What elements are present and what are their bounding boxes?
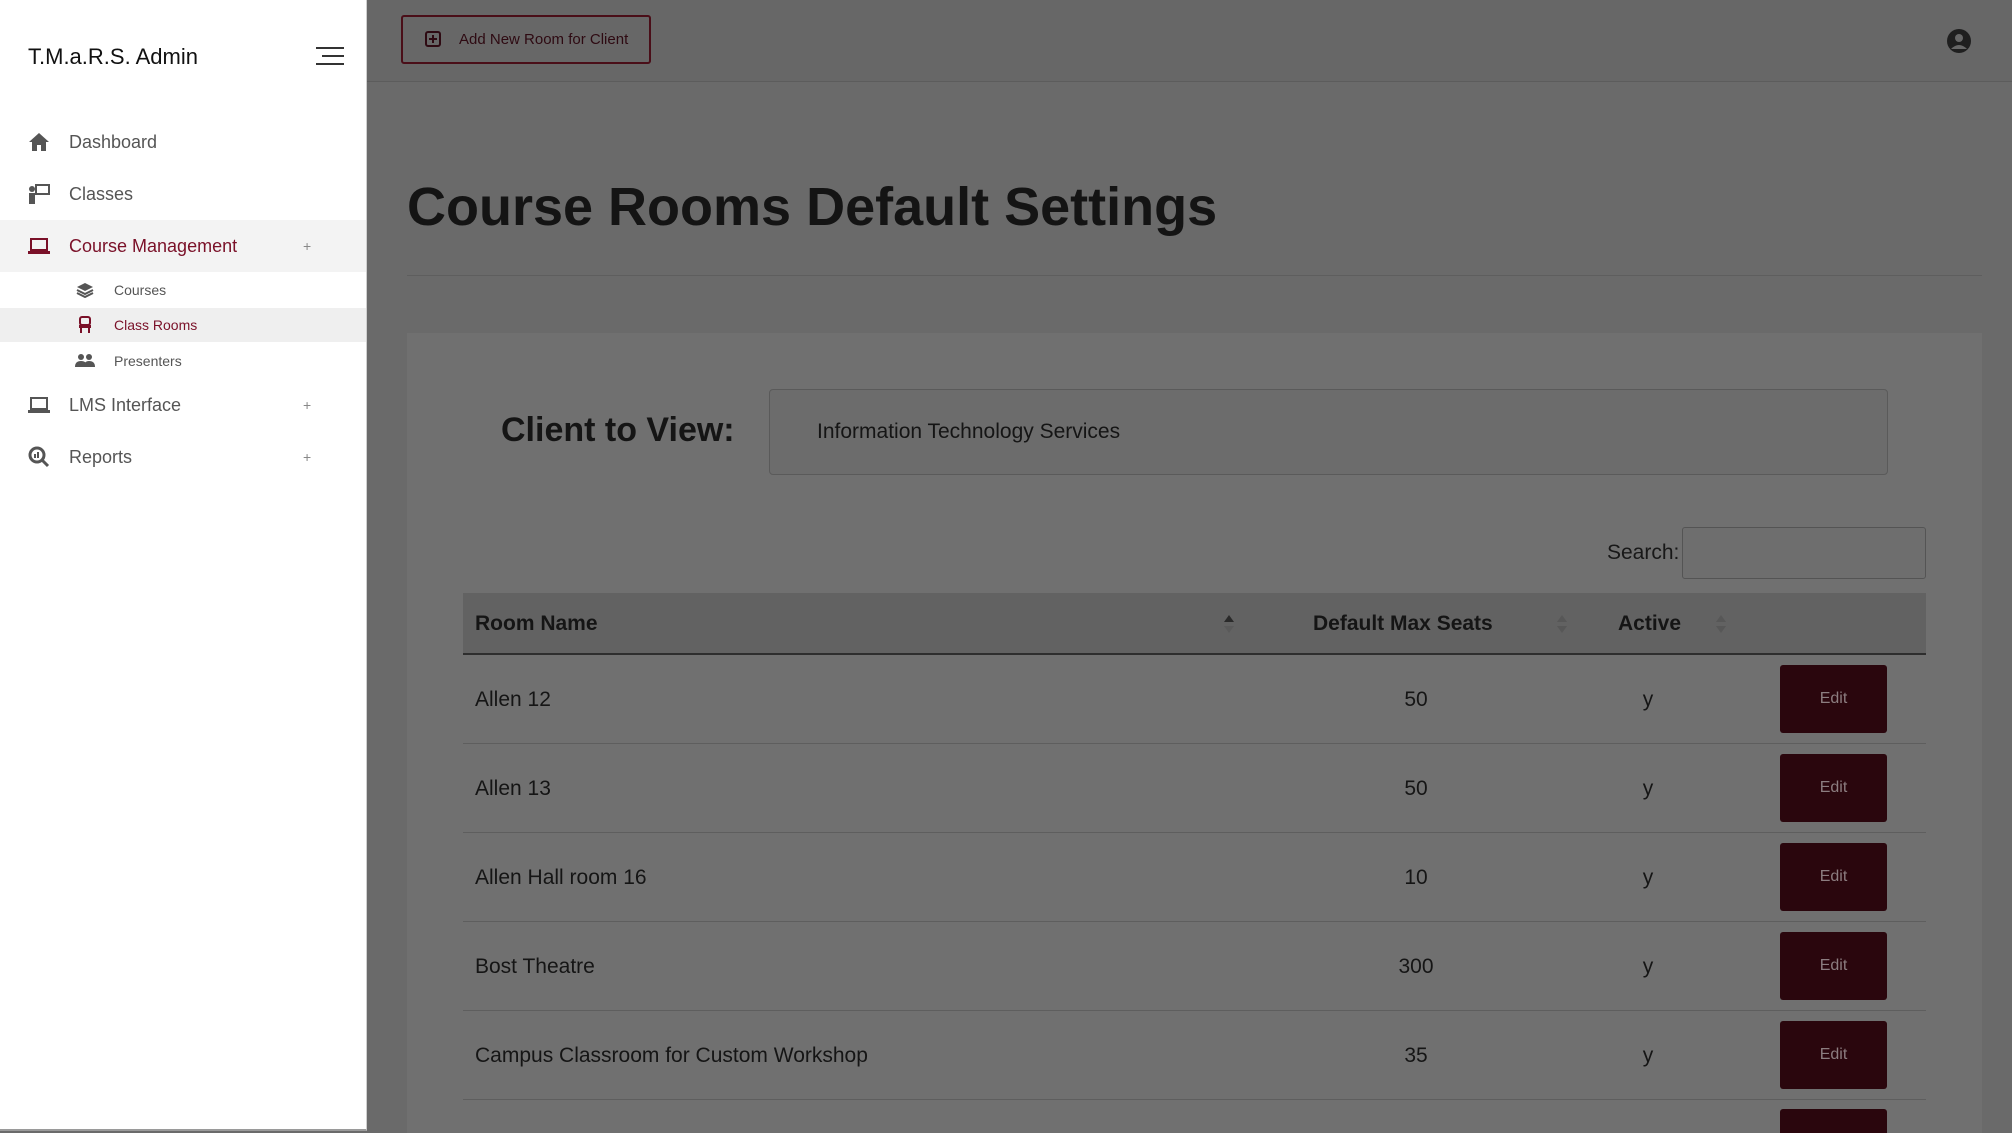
cell-active: y: [1642, 865, 1654, 889]
expand-icon[interactable]: +: [303, 397, 311, 413]
client-select[interactable]: Information Technology Services: [769, 389, 1888, 475]
sidebar-item-label: LMS Interface: [69, 394, 182, 415]
column-header-default-max-seats[interactable]: Default Max Seats: [1313, 593, 1493, 655]
table-row: Allen Hall room 16 10 y Edit: [463, 833, 1926, 922]
edit-button-partial[interactable]: [1780, 1109, 1887, 1133]
cell-max-seats: 10: [1404, 865, 1428, 889]
sidebar-item-label: Reports: [69, 446, 133, 467]
sidebar-item-label: Course Management: [69, 235, 238, 256]
cell-room-name: Allen Hall room 16: [475, 865, 647, 889]
page-title: Course Rooms Default Settings: [407, 177, 1218, 237]
expand-icon[interactable]: +: [303, 449, 311, 465]
menu-toggle-icon[interactable]: [314, 47, 344, 67]
search-label: Search:: [1607, 541, 1680, 564]
cell-room-name: Allen 13: [475, 776, 551, 800]
sidebar-item-classes[interactable]: Classes: [0, 168, 366, 220]
sort-ascending-icon[interactable]: [1223, 613, 1235, 635]
add-room-button[interactable]: Add New Room for Client: [401, 15, 651, 64]
edit-button[interactable]: Edit: [1780, 932, 1887, 1000]
edit-button[interactable]: Edit: [1780, 1021, 1887, 1089]
sidebar-item-lms-interface[interactable]: LMS Interface +: [0, 379, 366, 431]
sidebar-item-label: Dashboard: [69, 131, 158, 152]
table-row: Allen 13 50 y Edit: [463, 744, 1926, 833]
cell-active: y: [1642, 687, 1654, 711]
sidebar-item-course-management[interactable]: Course Management +: [0, 220, 366, 272]
top-bar: Add New Room for Client: [367, 0, 2012, 82]
sidebar-subitem-class-rooms[interactable]: Class Rooms: [0, 308, 366, 342]
cell-max-seats: 35: [1404, 1043, 1428, 1067]
sidebar: T.M.a.R.S. Admin Dashboard Classes Cours…: [0, 0, 367, 1131]
sort-icon[interactable]: [1556, 613, 1568, 635]
cell-room-name: Bost Theatre: [475, 954, 595, 978]
table-row: Allen 12 50 y Edit: [463, 655, 1926, 744]
divider: [407, 275, 1982, 276]
edit-button[interactable]: Edit: [1780, 843, 1887, 911]
cell-max-seats: 50: [1404, 687, 1428, 711]
table-header: Room Name Default Max Seats Active: [463, 593, 1926, 655]
cell-max-seats: 300: [1398, 954, 1434, 978]
client-label: Client to View:: [501, 411, 735, 449]
sidebar-subitem-label: Presenters: [114, 353, 182, 369]
column-header-room-name[interactable]: Room Name: [475, 593, 598, 655]
sidebar-item-reports[interactable]: Reports +: [0, 431, 366, 483]
cell-room-name: Campus Classroom for Custom Workshop: [475, 1043, 868, 1067]
edit-button[interactable]: Edit: [1780, 665, 1887, 733]
sidebar-subitem-label: Courses: [114, 282, 167, 298]
table-row: Campus Classroom for Custom Workshop 35 …: [463, 1011, 1926, 1100]
sidebar-subitem-courses[interactable]: Courses: [0, 273, 366, 307]
cell-max-seats: 50: [1404, 776, 1428, 800]
sort-icon[interactable]: [1715, 613, 1727, 635]
column-header-active[interactable]: Active: [1618, 593, 1681, 655]
layers-icon: [75, 280, 95, 300]
cell-room-name: Allen 12: [475, 687, 551, 711]
cell-active: y: [1642, 776, 1654, 800]
edit-button[interactable]: Edit: [1780, 754, 1887, 822]
brand-title: T.M.a.R.S. Admin: [28, 44, 198, 69]
table-row: Bost Theatre 300 y Edit: [463, 922, 1926, 1011]
sidebar-subitem-presenters[interactable]: Presenters: [0, 344, 366, 378]
sidebar-item-dashboard[interactable]: Dashboard: [0, 116, 366, 168]
user-account-icon[interactable]: [1946, 28, 1972, 54]
chalkboard-teacher-icon: [27, 182, 51, 206]
home-icon: [27, 130, 51, 154]
add-room-label: Add New Room for Client: [459, 31, 629, 48]
sidebar-subitem-label: Class Rooms: [114, 317, 198, 333]
expand-icon[interactable]: +: [303, 238, 311, 254]
search-input[interactable]: [1682, 527, 1926, 579]
search-chart-icon: [27, 445, 51, 469]
users-icon: [75, 351, 95, 371]
laptop-icon: [27, 234, 51, 258]
cell-active: y: [1642, 1043, 1654, 1067]
cell-active: y: [1642, 954, 1654, 978]
sidebar-item-label: Classes: [69, 183, 134, 204]
chair-icon: [75, 315, 95, 335]
plus-square-icon: [425, 31, 441, 52]
laptop-icon: [27, 393, 51, 417]
